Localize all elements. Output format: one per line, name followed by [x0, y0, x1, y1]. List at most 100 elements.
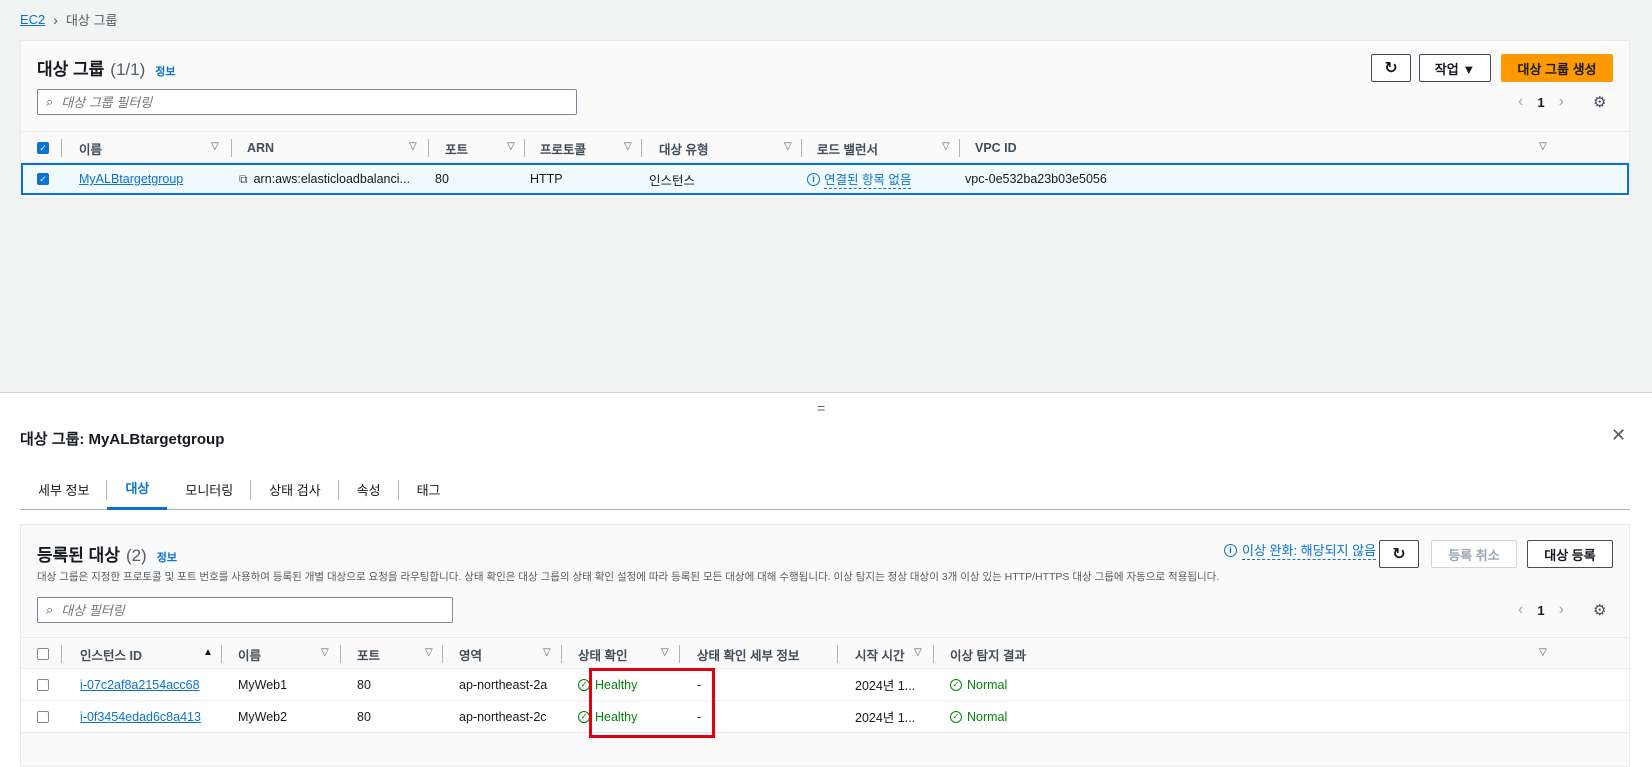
- column-header[interactable]: 포트: [357, 638, 380, 670]
- sort-icon[interactable]: ▽: [914, 647, 922, 658]
- gear-icon[interactable]: ⚙: [1593, 93, 1606, 111]
- info-icon: i: [1224, 543, 1237, 557]
- column-header[interactable]: 시작 시간: [855, 638, 904, 670]
- tab-monitoring[interactable]: 모니터링: [167, 468, 252, 510]
- registered-title-count: (2): [125, 546, 147, 565]
- arn-value: arn:aws:elasticloadbalanci...: [253, 172, 410, 186]
- panel-title-count: (1/1): [110, 60, 146, 79]
- sort-icon[interactable]: ▽: [409, 141, 417, 152]
- sort-ascending-icon[interactable]: ▲: [203, 647, 213, 658]
- detail-title: 대상 그룹: MyALBtargetgroup: [20, 431, 225, 448]
- select-all-checkbox[interactable]: [37, 648, 49, 660]
- zone-value: ap-northeast-2a: [459, 677, 548, 692]
- breadcrumb-current: 대상 그룹: [65, 13, 118, 28]
- table-row[interactable]: ✓ MyALBtargetgroup ⧉ arn:aws:elasticload…: [21, 163, 1629, 195]
- table-row[interactable]: i-07c2af8a2154acc68 MyWeb1 80 ap-northea…: [21, 669, 1629, 701]
- column-header[interactable]: 대상 유형: [659, 132, 708, 164]
- refresh-icon: ↻: [1392, 546, 1406, 563]
- sort-icon[interactable]: ▽: [942, 141, 950, 152]
- sort-icon[interactable]: ▽: [1539, 141, 1547, 152]
- column-header[interactable]: 상태 확인: [578, 638, 627, 670]
- info-icon: i: [807, 172, 820, 186]
- create-target-group-button[interactable]: 대상 그룹 생성: [1501, 54, 1613, 82]
- close-icon[interactable]: ✕: [1611, 425, 1626, 446]
- breadcrumb-ec2-link[interactable]: EC2: [20, 12, 45, 27]
- sort-icon[interactable]: ▽: [425, 647, 433, 658]
- target-type-value: 인스턴스: [649, 173, 696, 188]
- sort-icon[interactable]: ▽: [543, 647, 551, 658]
- refresh-button[interactable]: ↻: [1379, 540, 1419, 568]
- tab-health-checks[interactable]: 상태 검사: [251, 468, 339, 510]
- row-checkbox[interactable]: [37, 678, 49, 691]
- chevron-left-icon[interactable]: ‹: [1518, 93, 1523, 111]
- tab-targets[interactable]: 대상: [107, 468, 168, 510]
- table-header: 인스턴스 ID ▲ 이름 ▽ 포트 ▽ 영역 ▽ 상태 확인 ▽ 상태 확인 세…: [21, 637, 1629, 669]
- registered-title: 등록된 대상 (2) 정보: [37, 541, 177, 566]
- sort-icon[interactable]: ▽: [784, 141, 792, 152]
- protocol-value: HTTP: [530, 172, 563, 186]
- info-link[interactable]: 정보: [157, 549, 177, 565]
- sort-icon[interactable]: ▽: [1539, 647, 1547, 658]
- page-number[interactable]: 1: [1537, 95, 1544, 110]
- column-header[interactable]: ARN: [247, 132, 274, 164]
- register-targets-button[interactable]: 대상 등록: [1527, 540, 1613, 568]
- sort-icon[interactable]: ▽: [624, 141, 632, 152]
- sort-icon[interactable]: ▽: [211, 141, 219, 152]
- tab-details[interactable]: 세부 정보: [20, 468, 108, 510]
- refresh-button[interactable]: ↻: [1371, 54, 1411, 82]
- panel-title: 대상 그룹 (1/1) 정보: [37, 55, 176, 80]
- anomaly-mitigation-label[interactable]: 이상 완화: 해당되지 않음: [1242, 540, 1377, 560]
- sort-icon[interactable]: ▽: [321, 647, 329, 658]
- search-input[interactable]: [61, 94, 539, 110]
- registered-title-text: 등록된 대상: [37, 546, 120, 565]
- instance-id-link[interactable]: i-07c2af8a2154acc68: [80, 678, 200, 692]
- column-header[interactable]: 영역: [459, 638, 482, 670]
- info-link[interactable]: 정보: [155, 63, 175, 79]
- search-input[interactable]: [61, 602, 427, 618]
- actions-button[interactable]: 작업 ▼: [1419, 54, 1491, 82]
- panel-title-text: 대상 그룹: [37, 60, 105, 79]
- row-checkbox[interactable]: [37, 710, 49, 723]
- copy-icon[interactable]: ⧉: [239, 172, 248, 187]
- page-number[interactable]: 1: [1537, 603, 1544, 618]
- registered-targets-panel: 등록된 대상 (2) 정보 i 이상 완화: 해당되지 않음 ↻ 등록 취소 대…: [20, 524, 1630, 767]
- column-header[interactable]: 이상 탐지 결과: [950, 638, 1026, 670]
- row-checkbox[interactable]: ✓: [37, 173, 49, 185]
- chevron-right-icon[interactable]: ›: [1559, 93, 1564, 111]
- resize-handle-icon[interactable]: =: [817, 400, 825, 416]
- table-row[interactable]: i-0f3454edad6c8a413 MyWeb2 80 ap-northea…: [21, 701, 1629, 733]
- column-header[interactable]: VPC ID: [975, 132, 1017, 164]
- tab-attributes[interactable]: 속성: [339, 468, 399, 510]
- target-search[interactable]: ⌕: [37, 597, 453, 623]
- chevron-left-icon[interactable]: ‹: [1518, 601, 1523, 619]
- pagination: ‹ 1 ›: [1518, 601, 1564, 619]
- anomaly-mitigation[interactable]: i 이상 완화: 해당되지 않음: [1224, 540, 1377, 560]
- search-icon: ⌕: [46, 602, 54, 617]
- zone-value: ap-northeast-2c: [459, 709, 547, 724]
- target-group-name-link[interactable]: MyALBtargetgroup: [79, 172, 183, 186]
- deregister-button[interactable]: 등록 취소: [1431, 540, 1517, 568]
- vpc-id-value: vpc-0e532ba23b03e5056: [965, 172, 1107, 186]
- target-group-search[interactable]: ⌕: [37, 89, 577, 115]
- launch-time: 2024년 1...: [855, 679, 916, 693]
- gear-icon[interactable]: ⚙: [1593, 601, 1606, 619]
- load-balancer-value[interactable]: 연결된 항목 없음: [824, 169, 912, 189]
- anomaly-result: ✓ Normal: [950, 701, 1007, 732]
- check-circle-icon: ✓: [950, 710, 962, 723]
- sort-icon[interactable]: ▽: [661, 647, 669, 658]
- refresh-icon: ↻: [1384, 60, 1398, 77]
- column-header[interactable]: 포트: [445, 132, 468, 164]
- column-header[interactable]: 이름: [238, 638, 261, 670]
- detail-tabs: 세부 정보 대상 모니터링 상태 검사 속성 태그: [20, 468, 1630, 510]
- column-header[interactable]: 프로토콜: [540, 132, 586, 164]
- sort-icon[interactable]: ▽: [507, 141, 515, 152]
- column-header[interactable]: 이름: [79, 132, 102, 164]
- instance-id-link[interactable]: i-0f3454edad6c8a413: [80, 710, 201, 724]
- chevron-right-icon[interactable]: ›: [1559, 601, 1564, 619]
- column-header[interactable]: 인스턴스 ID: [80, 638, 142, 670]
- select-all-checkbox[interactable]: ✓: [37, 142, 49, 154]
- tab-tags[interactable]: 태그: [399, 468, 459, 510]
- check-circle-icon: ✓: [950, 678, 962, 691]
- column-header[interactable]: 로드 밸런서: [817, 132, 878, 164]
- column-header[interactable]: 상태 확인 세부 정보: [697, 638, 799, 670]
